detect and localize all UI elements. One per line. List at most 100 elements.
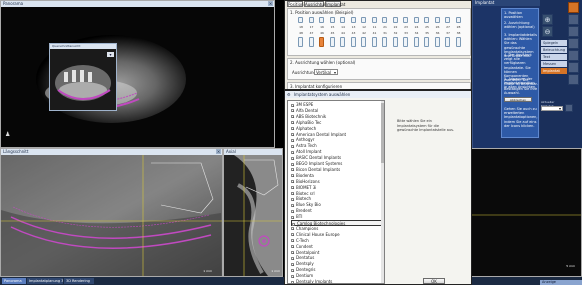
tooth-lower-34[interactable] <box>413 37 419 47</box>
wizard-cancel-button[interactable]: Abbrechen <box>504 97 532 102</box>
expand-icon[interactable]: + <box>291 138 295 142</box>
expand-icon[interactable]: + <box>291 262 295 266</box>
expand-icon[interactable]: + <box>291 192 295 196</box>
tab-3d-rendering[interactable]: 3D Rendering <box>64 278 94 284</box>
expand-icon[interactable]: + <box>291 115 295 119</box>
close-icon[interactable]: × <box>268 1 273 6</box>
mouse-icon[interactable] <box>568 14 579 25</box>
expand-icon[interactable]: + <box>291 274 295 278</box>
expand-icon[interactable]: + <box>291 156 295 160</box>
tab-implant-planning[interactable]: Implantatplanung 3D <box>27 278 63 284</box>
tooth-upper-28[interactable] <box>455 17 461 23</box>
expand-icon[interactable]: + <box>291 150 295 154</box>
implant-list[interactable]: +3M ESPE +Alfa Dental +ABS Biotechnik +Alph… <box>287 100 385 284</box>
ruler-icon[interactable] <box>568 62 579 73</box>
tooth-upper-21[interactable] <box>382 17 387 23</box>
hand-icon[interactable] <box>568 26 579 37</box>
tab-implant[interactable]: Implantat <box>325 1 345 7</box>
menu-item[interactable]: Beleuchtung <box>541 47 567 53</box>
tooth-lower-47[interactable] <box>308 37 314 47</box>
tooth-upper-15[interactable] <box>329 17 335 23</box>
zoom-out-icon[interactable]: ⊖ <box>542 26 553 37</box>
wizard-step: 2. Ausrichtung wählen (optional) <box>504 21 535 30</box>
expand-icon[interactable]: + <box>291 109 295 113</box>
expand-icon[interactable]: + <box>291 209 295 213</box>
tooth-upper-13[interactable] <box>350 17 356 23</box>
close-icon[interactable]: × <box>216 149 221 154</box>
panorama-viewport[interactable]: Querschnittansicht ▾ ♟ <box>1 7 274 147</box>
contrast-icon[interactable] <box>568 50 579 61</box>
longitudinal-viewport[interactable]: 1 mm <box>1 155 222 276</box>
expand-icon[interactable]: + <box>291 227 295 231</box>
tab-position[interactable]: Position <box>287 1 304 7</box>
expand-icon[interactable]: + <box>291 197 295 201</box>
scrollbar[interactable] <box>381 101 384 283</box>
inset-window[interactable]: Querschnittansicht ▾ <box>49 43 117 111</box>
layers-icon[interactable] <box>568 74 579 85</box>
alignment-select[interactable]: Vertikal ▾ <box>314 69 338 75</box>
implant-list-item[interactable]: +Dentsply Implants <box>291 279 382 283</box>
expand-icon[interactable]: + <box>291 233 295 237</box>
tooth-upper-17[interactable] <box>308 17 314 23</box>
tooth-lower-43[interactable] <box>350 37 356 47</box>
axial-viewport[interactable]: 1 mm <box>224 155 282 276</box>
expand-icon[interactable]: + <box>291 174 295 178</box>
expand-icon[interactable]: + <box>291 103 295 107</box>
tooth-lower-31[interactable] <box>382 37 387 47</box>
menu-item[interactable]: Implantat <box>541 68 567 74</box>
expand-icon[interactable]: + <box>291 245 295 249</box>
position-group: 1. Position auswählen (Beispiel) 18 17 16 1… <box>287 8 471 56</box>
mirror-icon[interactable] <box>568 2 579 13</box>
tooth-lower-46[interactable] <box>319 37 324 47</box>
expand-icon[interactable]: + <box>291 162 295 166</box>
tooth-upper-23[interactable] <box>403 17 408 23</box>
tooth-upper-11[interactable] <box>371 17 377 23</box>
rotate-icon[interactable] <box>568 38 579 49</box>
tooth-lower-36[interactable] <box>434 37 440 47</box>
expand-icon[interactable]: + <box>291 127 295 131</box>
tooth-lower-38[interactable] <box>455 37 461 47</box>
tooth-upper-24[interactable] <box>413 17 419 23</box>
expand-icon[interactable]: + <box>291 121 295 125</box>
zoom-in-icon[interactable]: ⊕ <box>542 14 553 25</box>
tooth-upper-27[interactable] <box>445 17 450 23</box>
tooth-lower-45[interactable] <box>329 37 335 47</box>
tooth-upper-16[interactable] <box>319 17 324 23</box>
menu-item[interactable]: Spiegeln <box>541 40 567 46</box>
tab-alignment[interactable]: Ausrichtung <box>304 1 329 7</box>
expand-icon[interactable]: + <box>291 203 295 207</box>
tooth-lower-48[interactable] <box>298 37 303 47</box>
ok-button[interactable]: OK <box>423 278 445 284</box>
zoom-select[interactable]: ▾ <box>541 106 563 111</box>
tooth-upper-14[interactable] <box>340 17 345 23</box>
tooth-upper-25[interactable] <box>424 17 429 23</box>
expand-icon[interactable]: + <box>291 268 295 272</box>
display-button[interactable]: Anzeige <box>540 280 582 285</box>
expand-icon[interactable]: + <box>291 239 295 243</box>
menu-item[interactable]: Text <box>541 54 567 60</box>
expand-icon[interactable]: + <box>291 256 295 260</box>
settings-icon[interactable] <box>565 104 573 112</box>
tooth-lower-42[interactable] <box>361 37 366 47</box>
expand-icon[interactable]: + <box>291 144 295 148</box>
tooth-upper-22[interactable] <box>392 17 398 23</box>
expand-icon[interactable]: + <box>291 168 295 172</box>
expand-icon[interactable]: + <box>291 215 295 219</box>
tooth-lower-37[interactable] <box>445 37 450 47</box>
tooth-lower-41[interactable] <box>371 37 377 47</box>
tab-panorama[interactable]: Panorama <box>2 278 26 284</box>
tooth-lower-35[interactable] <box>424 37 429 47</box>
expand-icon[interactable]: + <box>291 251 295 255</box>
expand-icon[interactable]: + <box>291 133 295 137</box>
tooth-upper-12[interactable] <box>361 17 366 23</box>
inset-title: Querschnittansicht <box>52 44 81 48</box>
tooth-upper-26[interactable] <box>434 17 440 23</box>
expand-icon[interactable]: + <box>291 186 295 190</box>
menu-item[interactable]: Messen <box>541 61 567 67</box>
tooth-lower-32[interactable] <box>392 37 398 47</box>
tooth-upper-18[interactable] <box>298 17 303 23</box>
tooth-lower-33[interactable] <box>403 37 408 47</box>
tooth-lower-44[interactable] <box>340 37 345 47</box>
expand-icon[interactable]: + <box>291 180 295 184</box>
expand-icon[interactable]: + <box>291 280 295 283</box>
